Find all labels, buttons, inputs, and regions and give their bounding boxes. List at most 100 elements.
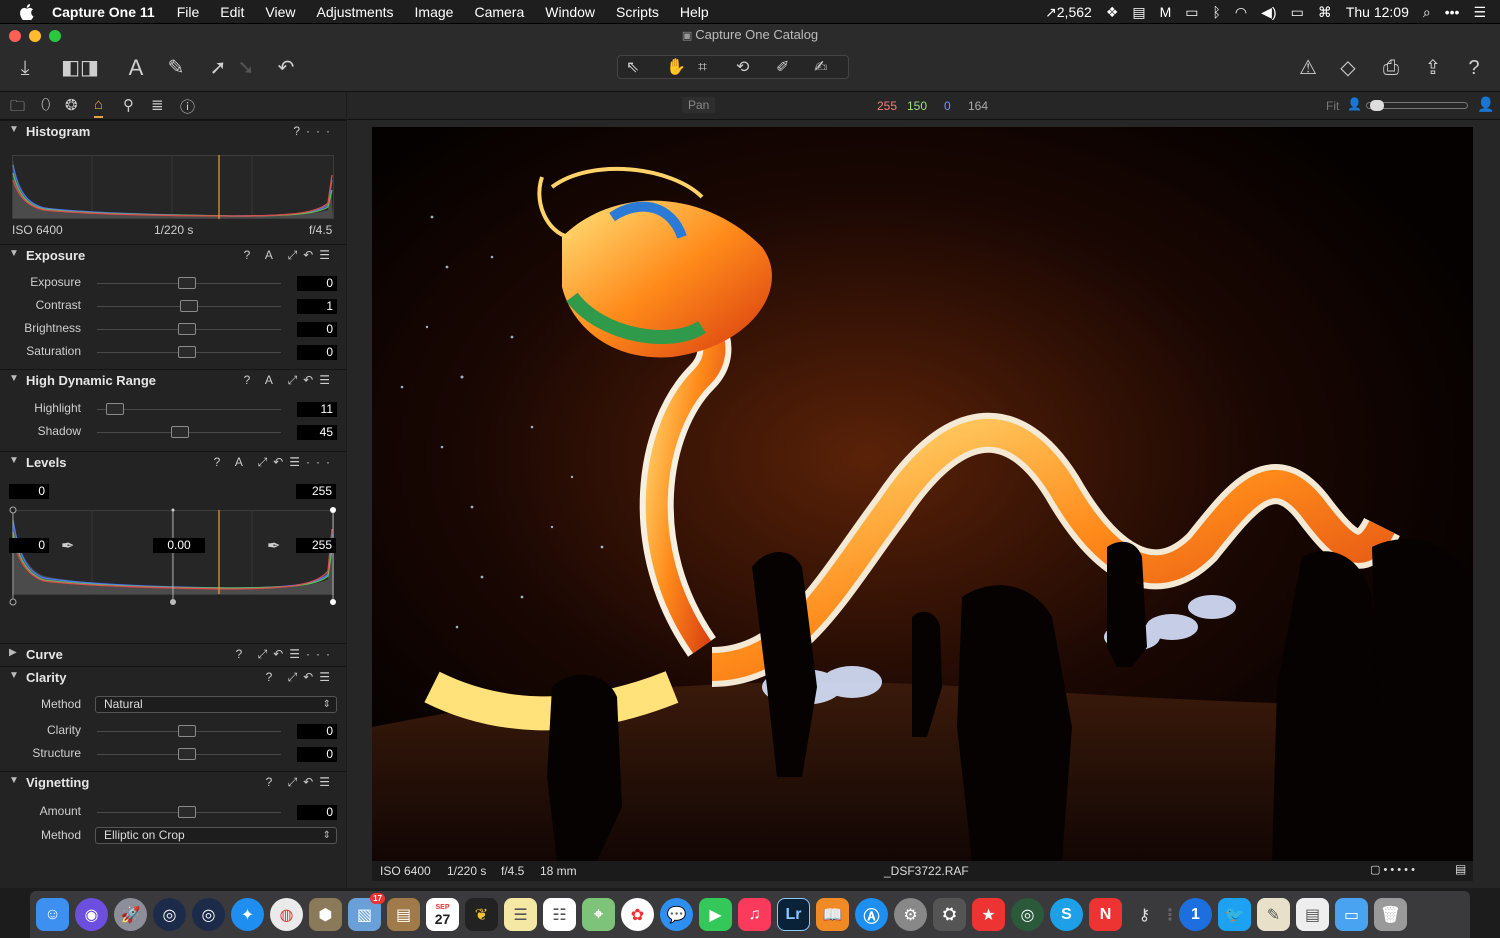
launchpad-icon[interactable]: 🚀 bbox=[114, 898, 147, 931]
curve-actions[interactable]: ? ⤢↶☰··· bbox=[236, 647, 336, 662]
airdrop-icon[interactable]: ⛭ bbox=[933, 898, 966, 931]
brush-icon[interactable]: ✎ bbox=[164, 56, 188, 80]
messages-icon[interactable]: 💬 bbox=[660, 898, 693, 931]
photo-preview[interactable] bbox=[372, 127, 1473, 861]
stats-widget[interactable]: ↗2,562 bbox=[1045, 4, 1092, 21]
folder-icon[interactable]: ▭ bbox=[1335, 898, 1368, 931]
hdr-header[interactable]: ▼ High Dynamic Range ? A ⤢↶☰ bbox=[0, 370, 346, 392]
print-icon[interactable]: ⎙ bbox=[1379, 56, 1403, 80]
export-icon[interactable]: ⇪ bbox=[1421, 56, 1445, 80]
app-store-icon[interactable]: Ⓐ bbox=[855, 898, 888, 931]
spotlight-search-icon[interactable]: ⌕ bbox=[1423, 4, 1431, 21]
archive-icon[interactable]: ⬢ bbox=[309, 898, 342, 931]
amount-slider[interactable] bbox=[97, 806, 281, 818]
chevron-down-icon[interactable]: ▼ bbox=[9, 124, 19, 135]
menu-adjustments[interactable]: Adjustments bbox=[316, 4, 393, 20]
exposure-actions[interactable]: ? A ⤢↶☰ bbox=[244, 248, 336, 263]
document-icon[interactable]: ▤ bbox=[1296, 898, 1329, 931]
levels-output-high[interactable]: 255 bbox=[296, 538, 336, 553]
shadow-slider[interactable] bbox=[97, 426, 281, 438]
saturation-slider-knob[interactable] bbox=[178, 346, 197, 358]
levels-output-low[interactable]: 0 bbox=[9, 538, 49, 553]
contrast-slider[interactable] bbox=[97, 300, 281, 312]
vignetting-header[interactable]: ▼ Vignetting ? ⤢↶☰ bbox=[0, 772, 346, 794]
draw-mask-icon[interactable]: ✍ bbox=[814, 57, 827, 79]
white-point-picker-icon[interactable]: ✒ bbox=[267, 536, 280, 556]
siri-icon[interactable]: ◉ bbox=[75, 898, 108, 931]
menubar-clock[interactable]: Thu 12:09 bbox=[1346, 4, 1409, 20]
library-tab-icon[interactable]: 🗀 bbox=[10, 96, 25, 121]
maps-icon[interactable]: ⌖ bbox=[582, 898, 615, 931]
capture-tab-icon[interactable]: ⬯ bbox=[41, 96, 50, 113]
menu-file[interactable]: File bbox=[177, 4, 200, 20]
clarity-actions[interactable]: ? ⤢↶☰ bbox=[266, 670, 336, 685]
stickies-icon[interactable]: ☰ bbox=[504, 898, 537, 931]
minimize-window-button[interactable] bbox=[29, 30, 41, 42]
levels-input-low[interactable]: 0 bbox=[9, 484, 49, 499]
vignetting-method-select[interactable]: Elliptic on Crop ⇕ bbox=[95, 827, 337, 844]
structure-slider-knob[interactable] bbox=[178, 748, 197, 760]
keychain-icon[interactable]: ⚷ bbox=[1128, 898, 1161, 931]
levels-input-high[interactable]: 255 bbox=[296, 484, 336, 499]
calendar-icon[interactable]: SEP 27 bbox=[426, 898, 459, 931]
saturation-value[interactable]: 0 bbox=[297, 345, 337, 360]
crop-tool-icon[interactable]: ⌗ bbox=[698, 57, 707, 79]
apply-adjustments-icon[interactable]: ➘ bbox=[234, 56, 258, 80]
menu-view[interactable]: View bbox=[265, 4, 295, 20]
lightroom-icon[interactable]: Lr bbox=[777, 898, 810, 931]
picker-tool-icon[interactable]: ✐ bbox=[776, 57, 789, 79]
zoom-out-icon[interactable]: 👤 bbox=[1347, 97, 1362, 111]
exposure-slider-knob[interactable] bbox=[178, 277, 197, 289]
books-icon[interactable]: 📖 bbox=[816, 898, 849, 931]
rotate-tool-icon[interactable]: ⟲ bbox=[736, 57, 749, 79]
skype-icon[interactable]: S bbox=[1050, 898, 1083, 931]
menu-window[interactable]: Window bbox=[545, 4, 595, 20]
reminders-icon[interactable]: ☷ bbox=[543, 898, 576, 931]
structure-slider[interactable] bbox=[97, 748, 281, 760]
menu-camera[interactable]: Camera bbox=[474, 4, 524, 20]
wifi-icon[interactable]: ◠ bbox=[1235, 4, 1247, 21]
zoom-fit-label[interactable]: Fit bbox=[1326, 99, 1339, 113]
zoom-slider-knob[interactable] bbox=[1370, 100, 1384, 111]
highlight-slider-knob[interactable] bbox=[106, 403, 125, 415]
levels-actions[interactable]: ? A ⤢↶☰··· bbox=[214, 455, 336, 470]
undo-icon[interactable]: ↶ bbox=[274, 56, 298, 80]
battery-icon[interactable]: ▭ bbox=[1291, 4, 1304, 21]
proof-margin-icon[interactable]: ◇ bbox=[1336, 56, 1360, 80]
airplay-icon[interactable]: ▭ bbox=[1185, 4, 1198, 21]
chevron-right-icon[interactable]: ▶ bbox=[9, 647, 17, 658]
clarity-slider-knob[interactable] bbox=[178, 725, 197, 737]
photos-icon[interactable]: ✿ bbox=[621, 898, 654, 931]
chrome-icon[interactable]: ◍ bbox=[270, 898, 303, 931]
apple-menu-icon[interactable] bbox=[20, 3, 34, 20]
black-point-picker-icon[interactable]: ✒ bbox=[61, 536, 74, 556]
brightness-slider[interactable] bbox=[97, 323, 281, 335]
help-icon[interactable]: ? bbox=[1462, 56, 1486, 80]
compare-variants-icon[interactable]: ◧◨ bbox=[52, 56, 108, 80]
pan-cursor-icon[interactable]: ✋ bbox=[666, 57, 686, 79]
bookmark-app-icon[interactable]: ★ bbox=[972, 898, 1005, 931]
contrast-slider-knob[interactable] bbox=[180, 300, 198, 312]
saturation-slider[interactable] bbox=[97, 346, 281, 358]
menu-scripts[interactable]: Scripts bbox=[616, 4, 659, 20]
capture-one-alt-icon[interactable]: ◎ bbox=[192, 898, 225, 931]
amount-value[interactable]: 0 bbox=[297, 805, 337, 820]
notification-center-icon[interactable]: ☰ bbox=[1473, 4, 1486, 21]
vignetting-actions[interactable]: ? ⤢↶☰ bbox=[266, 775, 336, 790]
highlight-slider[interactable] bbox=[97, 403, 281, 415]
chevron-down-icon[interactable]: ▼ bbox=[9, 455, 19, 466]
facetime-icon[interactable]: ▶ bbox=[699, 898, 732, 931]
onepassword-icon[interactable]: 1 bbox=[1179, 898, 1212, 931]
clarity-header[interactable]: ▼ Clarity ? ⤢↶☰ bbox=[0, 667, 346, 689]
info-tab-icon[interactable]: ⓘ bbox=[180, 96, 195, 117]
contrast-value[interactable]: 1 bbox=[297, 299, 337, 314]
exposure-tab-icon[interactable]: ⌂ bbox=[94, 96, 104, 118]
metadata-tab-icon[interactable]: ≣ bbox=[151, 96, 164, 114]
brightness-slider-knob[interactable] bbox=[178, 323, 197, 335]
rating-icon[interactable]: ▢ • • • • • bbox=[1370, 863, 1415, 876]
curve-header[interactable]: ▶ Curve ? ⤢↶☰··· bbox=[0, 644, 346, 666]
trash-icon[interactable]: 🗑 bbox=[1374, 898, 1407, 931]
keyboard-icon[interactable]: ⌘ bbox=[1318, 4, 1332, 21]
menu-edit[interactable]: Edit bbox=[220, 4, 244, 20]
menu-image[interactable]: Image bbox=[415, 4, 454, 20]
